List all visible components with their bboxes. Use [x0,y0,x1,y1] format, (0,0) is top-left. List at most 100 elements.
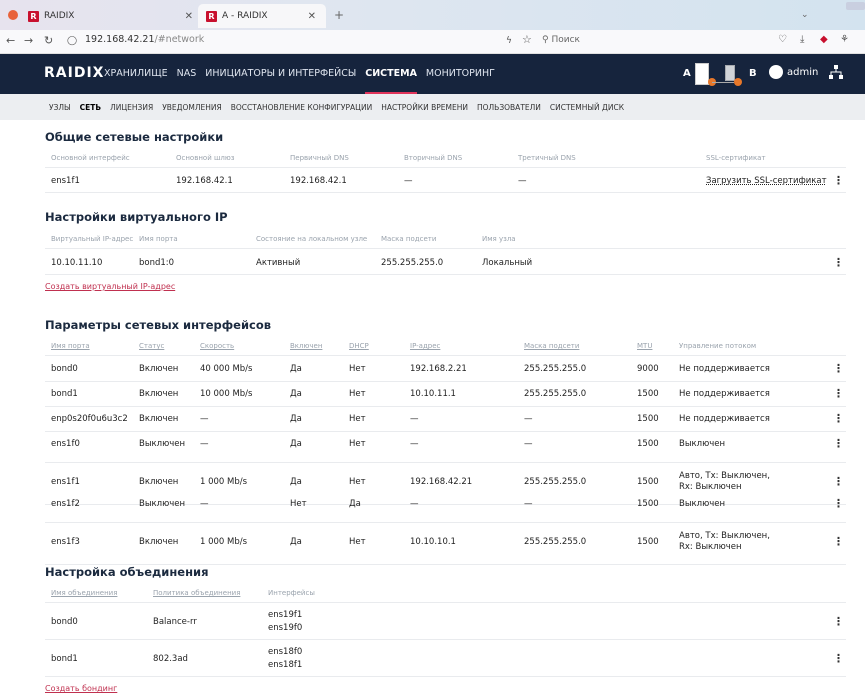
cell-port-name: bond1:0 [139,258,175,268]
nav-nas[interactable]: NAS [177,54,197,94]
col-speed[interactable]: Скорость [200,342,234,350]
col-mtu[interactable]: MTU [637,342,652,350]
node-b-icon[interactable] [725,65,735,81]
cell-ip: 192.168.42.21 [410,477,473,487]
row-menu-icon[interactable]: ⋮ [833,475,844,488]
col-bond-name[interactable]: Имя объединения [51,589,117,597]
cell-primary-interface: ens1f1 [51,176,80,186]
cell-mtu: 1500 [637,414,659,424]
upload-ssl-link[interactable]: Загрузить SSL-сертификат [706,176,827,186]
extension-shield-icon[interactable]: ◆ [820,34,828,45]
pocket-icon[interactable]: ♡ [778,34,787,45]
cell-flow-line2: Rx: Выключен [679,482,742,492]
network-icon[interactable] [829,65,843,79]
browser-tab-a-raidix[interactable]: R A - RAIDIX ✕ [198,4,326,28]
cell-speed: — [200,414,209,424]
reload-icon[interactable]: ↻ [44,34,53,47]
col-status[interactable]: Статус [139,342,164,350]
cell-local-state: Активный [256,258,301,268]
back-icon[interactable]: ← [6,34,15,47]
col-enabled[interactable]: Включен [290,342,322,350]
close-tab-icon[interactable]: ✕ [185,11,193,22]
tab-time-settings[interactable]: НАСТРОЙКИ ВРЕМЕНИ [381,103,468,112]
cell-enabled: Нет [290,499,307,509]
tab-nodes[interactable]: УЗЛЫ [49,103,71,112]
col-primary-interface: Основной интерфейс [51,154,130,162]
col-dhcp[interactable]: DHCP [349,342,369,350]
vip-row-menu-icon[interactable]: ⋮ [833,256,844,269]
general-settings-title: Общие сетевые настройки [45,130,224,144]
cell-dhcp: Нет [349,477,366,487]
cell-mask: 255.255.255.0 [524,477,587,487]
cell-speed: 1 000 Mb/s [200,477,248,487]
cell-mtu: 9000 [637,364,659,374]
cell-bond-policy: Balance-rr [153,617,197,627]
row-menu-icon[interactable]: ⋮ [833,535,844,548]
cell-mask: 255.255.255.0 [524,537,587,547]
general-row-menu-icon[interactable]: ⋮ [833,174,844,187]
shield-icon[interactable]: ◯ [67,36,77,46]
cell-mtu: 1500 [637,537,659,547]
cell-flow: Выключен [679,439,726,449]
node-a-icon[interactable] [695,63,709,85]
tab-system-disk[interactable]: СИСТЕМНЫЙ ДИСК [550,103,624,112]
create-bond-link[interactable]: Создать бондинг [45,684,117,693]
search-field[interactable]: ⚲ Поиск [542,35,580,45]
firefox-icon [8,10,18,20]
tab-config-recovery[interactable]: ВОССТАНОВЛЕНИЕ КОНФИГУРАЦИИ [231,103,372,112]
cell-bond-iface: ens18f0 [268,647,303,657]
user-menu[interactable]: admin [769,65,818,79]
new-tab-icon[interactable]: + [334,8,344,22]
divider [45,192,846,193]
col-ip-address[interactable]: IP-адрес [410,342,440,350]
col-primary-gateway: Основной шлюз [176,154,235,162]
permissions-icon[interactable]: ϟ [506,36,512,46]
cell-secondary-dns: — [404,176,413,186]
tab-list-chevron-icon[interactable]: ⌄ [801,10,809,20]
tab-license[interactable]: ЛИЦЕНЗИЯ [110,103,153,112]
col-subnet-mask[interactable]: Маска подсети [524,342,579,350]
extensions-icon[interactable]: ⚘ [840,34,849,45]
node-b-label: B [749,68,757,79]
row-menu-icon[interactable]: ⋮ [833,387,844,400]
col-bond-policy[interactable]: Политика объединения [153,589,240,597]
download-icon[interactable]: ⤓ [800,34,804,45]
node-a-label: A [683,68,691,79]
col-port-name[interactable]: Имя порта [51,342,90,350]
bond-row-menu-icon[interactable]: ⋮ [833,652,844,665]
divider [45,639,846,640]
row-menu-icon[interactable]: ⋮ [833,437,844,450]
cell-flow: Не поддерживается [679,414,770,424]
cell-status: Включен [139,389,179,399]
row-menu-icon[interactable]: ⋮ [833,362,844,375]
raidix-logo[interactable]: RAIDIX [44,65,104,81]
cell-vip-address: 10.10.11.10 [51,258,103,268]
divider [45,406,846,407]
bookmark-star-icon[interactable]: ☆ [522,33,532,46]
app-header: RAIDIX ХРАНИЛИЩЕ NAS ИНИЦИАТОРЫ И ИНТЕРФ… [0,54,865,94]
nav-system[interactable]: СИСТЕМА [365,54,417,94]
cell-enabled: Да [290,477,302,487]
row-menu-icon[interactable]: ⋮ [833,497,844,510]
tab-notifications[interactable]: УВЕДОМЛЕНИЯ [162,103,222,112]
forward-icon[interactable]: → [24,34,33,47]
row-menu-icon[interactable]: ⋮ [833,412,844,425]
close-tab-icon[interactable]: ✕ [308,11,316,22]
cell-port: bond1 [51,389,78,399]
col-flow-control: Управление потоком [679,342,757,350]
url-field[interactable]: 192.168.42.21/#network [85,34,204,45]
cell-bond-name: bond1 [51,654,78,664]
cell-status: Выключен [139,499,186,509]
nav-initiators[interactable]: ИНИЦИАТОРЫ И ИНТЕРФЕЙСЫ [205,54,356,94]
nav-monitoring[interactable]: МОНИТОРИНГ [426,54,495,94]
url-host: 192.168.42.21 [85,34,155,45]
col-primary-dns: Первичный DNS [290,154,349,162]
cell-mtu: 1500 [637,499,659,509]
window-controls[interactable] [846,2,865,10]
browser-tab-raidix[interactable]: R RAIDIX ✕ [28,4,203,28]
tab-network[interactable]: СЕТЬ [80,103,101,112]
bond-row-menu-icon[interactable]: ⋮ [833,615,844,628]
tab-users[interactable]: ПОЛЬЗОВАТЕЛИ [477,103,541,112]
create-vip-link[interactable]: Создать виртуальный IP-адрес [45,282,175,291]
nav-storage[interactable]: ХРАНИЛИЩЕ [104,54,168,94]
